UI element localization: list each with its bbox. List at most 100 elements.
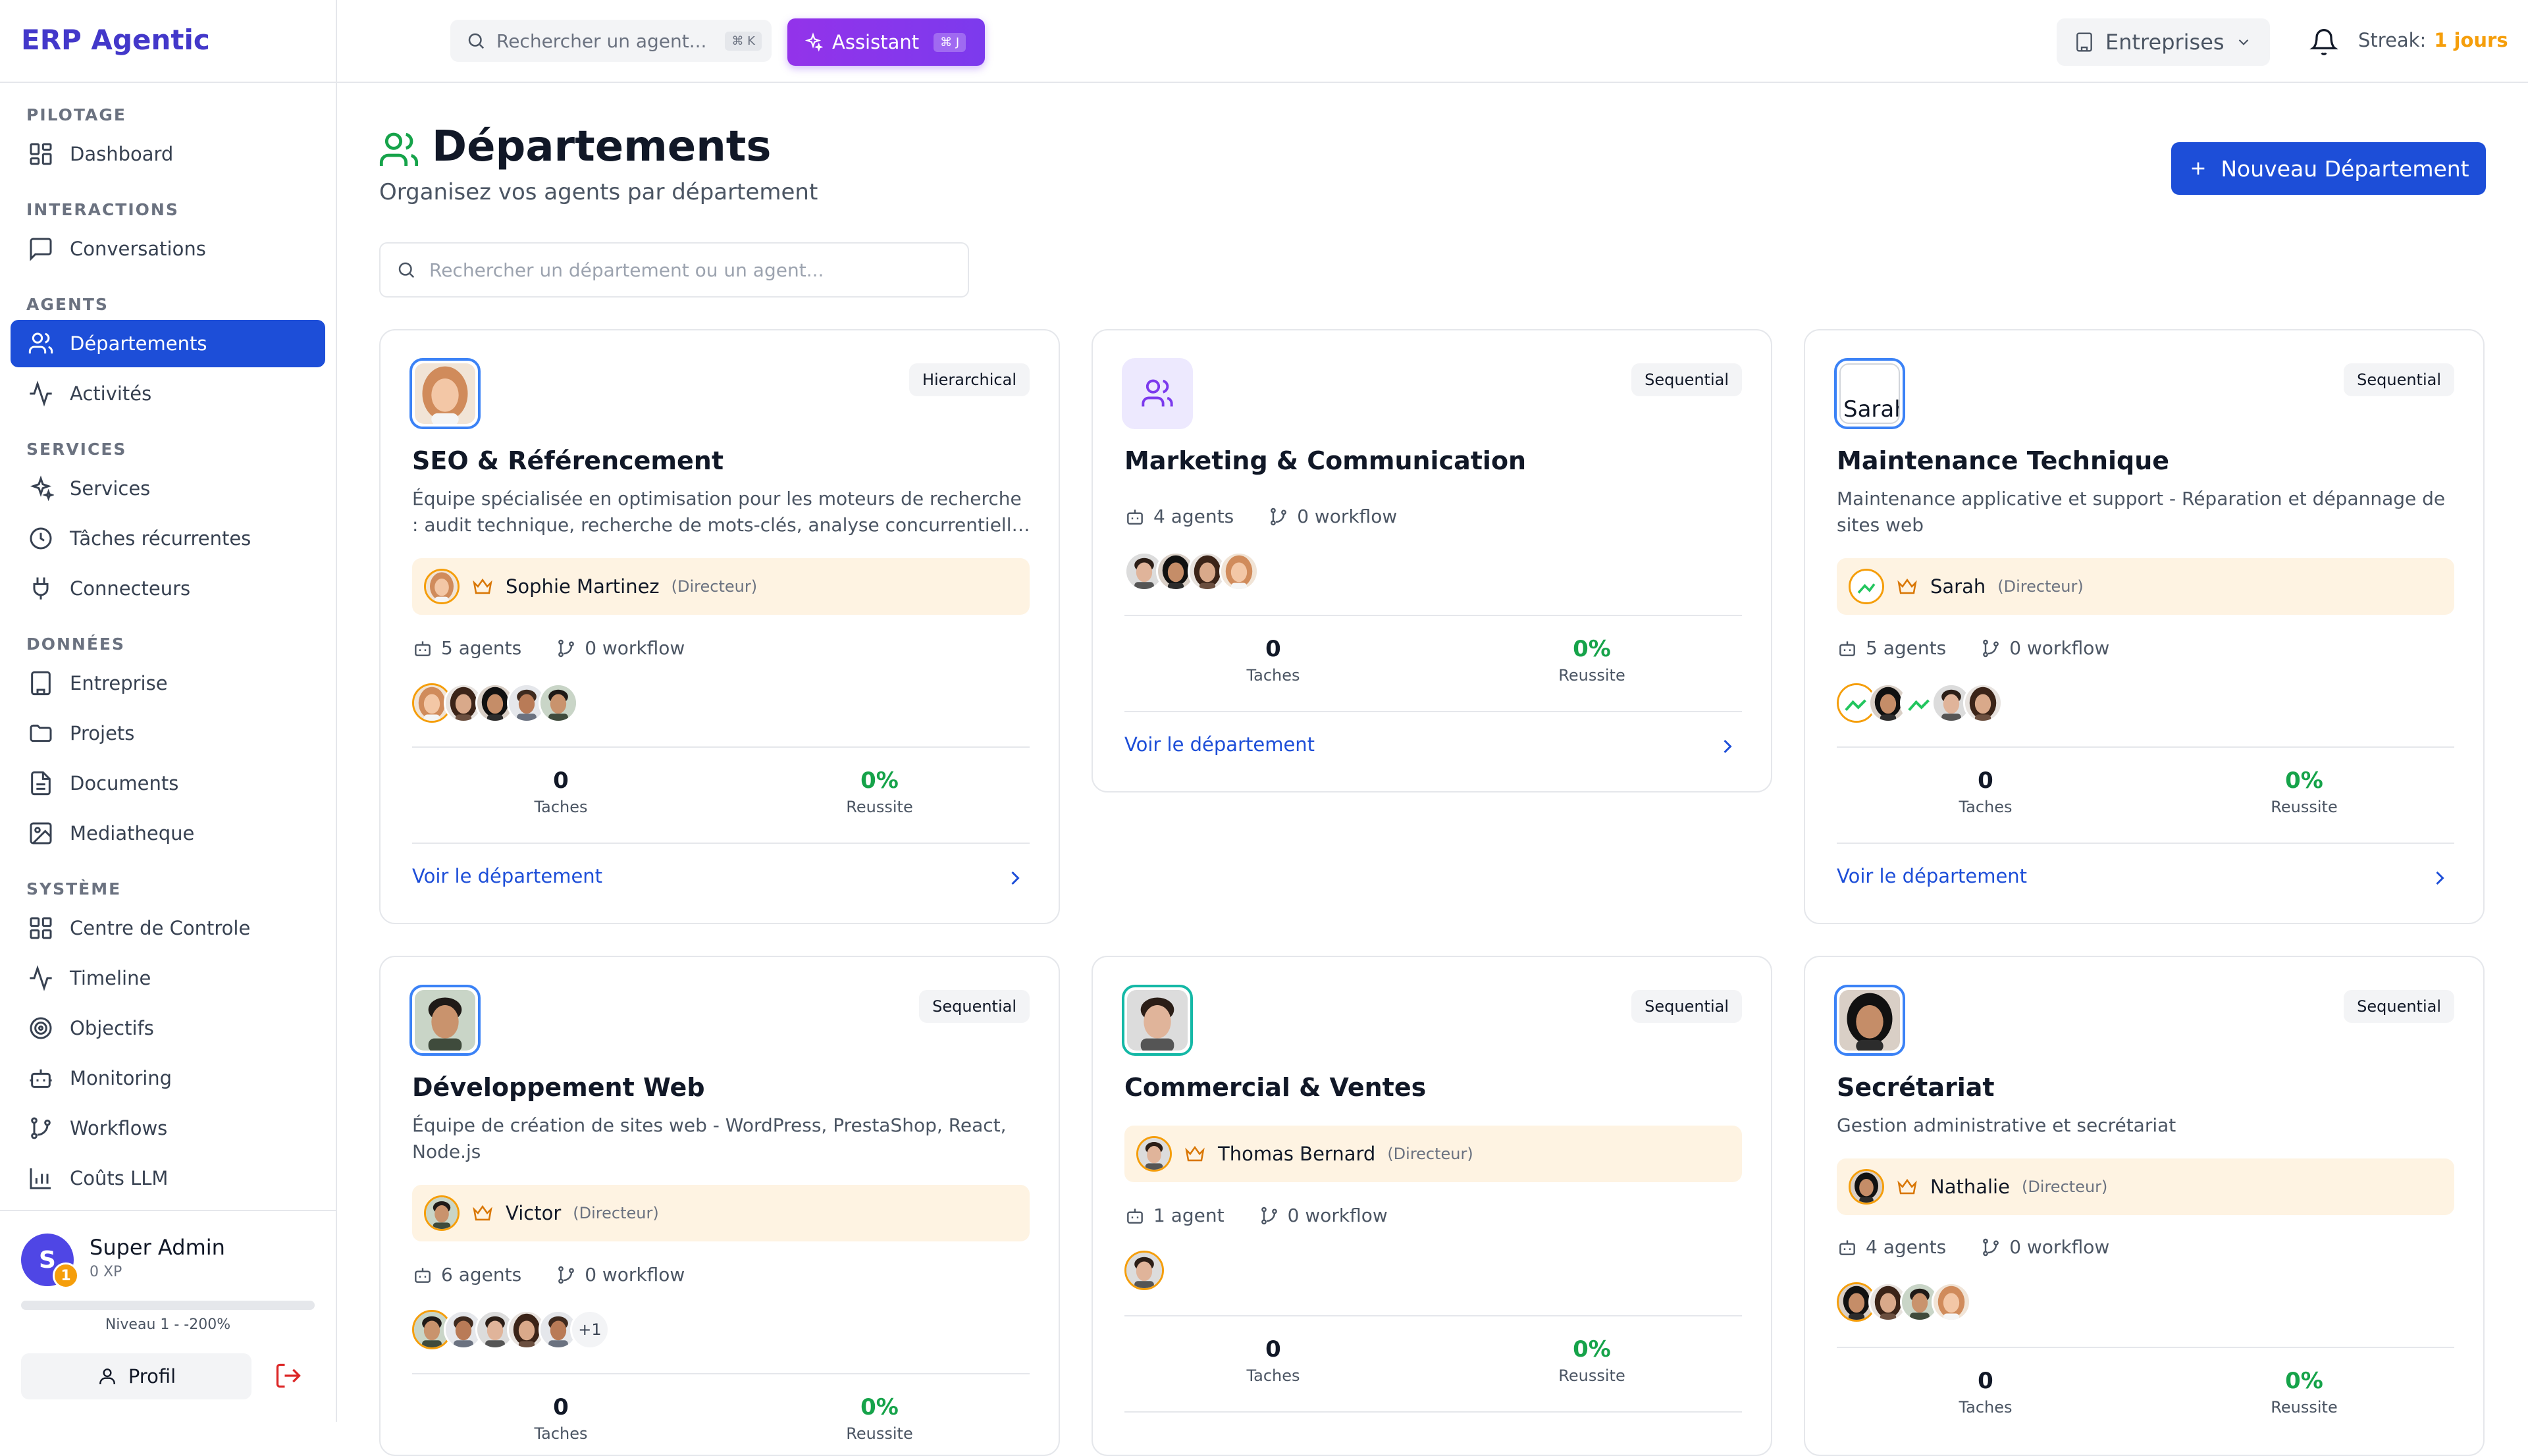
view-department-link[interactable]: Voir le département: [412, 865, 602, 887]
level-badge: 1: [53, 1262, 79, 1289]
tasks-value: 0: [553, 1394, 569, 1420]
sidebar-item-monitoring[interactable]: Monitoring: [11, 1054, 325, 1102]
sparkles-icon: [804, 32, 823, 52]
agent-search-button[interactable]: Rechercher un agent... ⌘ K: [450, 20, 772, 62]
sidebar-item-label: Mediatheque: [70, 822, 195, 845]
sidebar-item-label: Dashboard: [70, 143, 174, 165]
view-department-link[interactable]: Voir le département: [1124, 733, 1315, 756]
agents-count: 5 agents: [1866, 637, 1947, 659]
profile-button[interactable]: Profil: [21, 1353, 251, 1399]
chevron-right-icon[interactable]: [1003, 866, 1027, 890]
success-stat: 0% Reussite: [781, 767, 978, 816]
sidebar-item-documents[interactable]: Documents: [11, 760, 325, 807]
chevron-right-icon[interactable]: [1716, 735, 1739, 758]
sidebar-item-connecteurs[interactable]: Connecteurs: [11, 565, 325, 612]
git-branch-icon: [1983, 1238, 1999, 1256]
sidebar-item-mediatheque[interactable]: Mediatheque: [11, 810, 325, 857]
assistant-button[interactable]: Assistant ⌘ J: [787, 18, 985, 66]
assistant-shortcut: ⌘ J: [934, 32, 966, 52]
xp-progress-bar: [21, 1301, 315, 1310]
director-role: (Directeur): [573, 1204, 659, 1222]
agent-avatars: [1837, 1282, 1971, 1322]
sidebar-item-centre-de-controle[interactable]: Centre de Controle: [11, 904, 325, 952]
bot-icon: [1839, 1239, 1855, 1255]
sidebar-item-label: Conversations: [70, 238, 206, 260]
view-department-link[interactable]: Voir le département: [1837, 865, 2027, 887]
sidebar: ERP Agentic PILOTAGE Dashboard INTERACTI…: [0, 0, 337, 1422]
sidebar-item-workflows[interactable]: Workflows: [11, 1105, 325, 1152]
department-card-marketing[interactable]: Sequential Marketing & Communication 4 a…: [1092, 329, 1772, 793]
divider: [412, 1373, 1030, 1374]
sidebar-item-taches-recurrentes[interactable]: Tâches récurrentes: [11, 515, 325, 562]
divider: [1837, 843, 2454, 844]
avatar[interactable]: [1932, 1282, 1971, 1322]
sidebar-item-label: Entreprise: [70, 672, 168, 694]
topbar: Rechercher un agent... ⌘ K Assistant ⌘ J…: [337, 0, 2528, 83]
brand-logo[interactable]: ERP Agentic: [21, 24, 210, 56]
avatar[interactable]: [1963, 683, 2003, 723]
sidebar-item-couts-llm[interactable]: Coûts LLM: [11, 1155, 325, 1202]
avatar[interactable]: [1124, 1251, 1164, 1290]
success-value: 0%: [860, 767, 899, 794]
page-subtitle: Organisez vos agents par département: [379, 179, 818, 205]
tasks-label: Taches: [1246, 666, 1300, 685]
department-card-secretariat[interactable]: Sequential Secrétariat Gestion administr…: [1804, 956, 2485, 1456]
tasks-stat: 0 Taches: [462, 767, 660, 816]
department-meta: 1 agent 0 workflow: [1124, 1205, 1388, 1226]
logout-icon[interactable]: [274, 1361, 303, 1390]
tasks-value: 0: [553, 767, 569, 794]
department-card-developpement-web[interactable]: Sequential Développement Web Équipe de c…: [379, 956, 1060, 1456]
level-text: Niveau 1 - -200%: [105, 1316, 231, 1333]
bot-icon: [30, 1069, 52, 1088]
department-title: Commercial & Ventes: [1124, 1073, 1427, 1102]
bot-icon: [415, 1267, 431, 1283]
mode-badge: Sequential: [2344, 990, 2454, 1023]
sidebar-item-dashboard[interactable]: Dashboard: [11, 130, 325, 178]
agent-search-placeholder: Rechercher un agent...: [496, 30, 707, 52]
streak-indicator: Streak: 1 jours: [2358, 29, 2508, 51]
bell-icon[interactable]: [2309, 28, 2338, 57]
more-agents-badge[interactable]: +1: [570, 1310, 610, 1349]
sidebar-item-projets[interactable]: Projets: [11, 710, 325, 757]
sidebar-item-label: Monitoring: [70, 1067, 172, 1089]
new-department-label: Nouveau Département: [2221, 155, 2469, 182]
workflows-count: 0 workflow: [585, 637, 685, 659]
crown-icon: [1897, 578, 1917, 594]
success-value: 0%: [1573, 636, 1611, 662]
tasks-value: 0: [1978, 1368, 1993, 1394]
tasks-stat: 0 Taches: [1174, 1336, 1372, 1385]
department-card-commercial[interactable]: Sequential Commercial & Ventes Thomas Be…: [1092, 956, 1772, 1456]
git-branch-icon: [558, 1266, 575, 1284]
agents-count: 5 agents: [441, 637, 522, 659]
clock-icon: [30, 527, 52, 550]
profile-label: Profil: [128, 1365, 176, 1388]
department-card-seo[interactable]: Hierarchical SEO & Référencement Équipe …: [379, 329, 1060, 924]
sidebar-item-activites[interactable]: Activités: [11, 370, 325, 417]
sidebar-item-entreprise[interactable]: Entreprise: [11, 660, 325, 707]
workflows-count: 0 workflow: [2009, 1236, 2110, 1258]
chevron-right-icon[interactable]: [2428, 866, 2452, 890]
department-title: Développement Web: [412, 1073, 705, 1102]
department-avatar: [1122, 985, 1193, 1056]
divider: [1837, 746, 2454, 748]
sidebar-item-objectifs[interactable]: Objectifs: [11, 1004, 325, 1052]
sidebar-item-timeline[interactable]: Timeline: [11, 954, 325, 1002]
sidebar-item-conversations[interactable]: Conversations: [11, 225, 325, 273]
sidebar-item-departements[interactable]: Départements: [11, 320, 325, 367]
department-card-maintenance[interactable]: Sarah Sequential Maintenance Technique M…: [1804, 329, 2485, 924]
sidebar-item-services[interactable]: Services: [11, 465, 325, 512]
department-search-input[interactable]: [429, 259, 943, 281]
director-avatar: [424, 569, 460, 604]
avatar[interactable]: [539, 683, 578, 723]
new-department-button[interactable]: Nouveau Département: [2171, 142, 2486, 195]
search-icon: [468, 33, 485, 49]
avatar[interactable]: [1219, 552, 1259, 591]
search-icon: [398, 262, 415, 278]
tasks-label: Taches: [1959, 798, 2013, 816]
grid-icon: [30, 917, 52, 939]
workflows-count: 0 workflow: [2009, 637, 2110, 659]
workflows-count: 0 workflow: [1297, 506, 1398, 527]
company-selector[interactable]: Entreprises: [2057, 18, 2270, 66]
agents-count: 4 agents: [1866, 1236, 1947, 1258]
crown-icon: [473, 578, 492, 594]
